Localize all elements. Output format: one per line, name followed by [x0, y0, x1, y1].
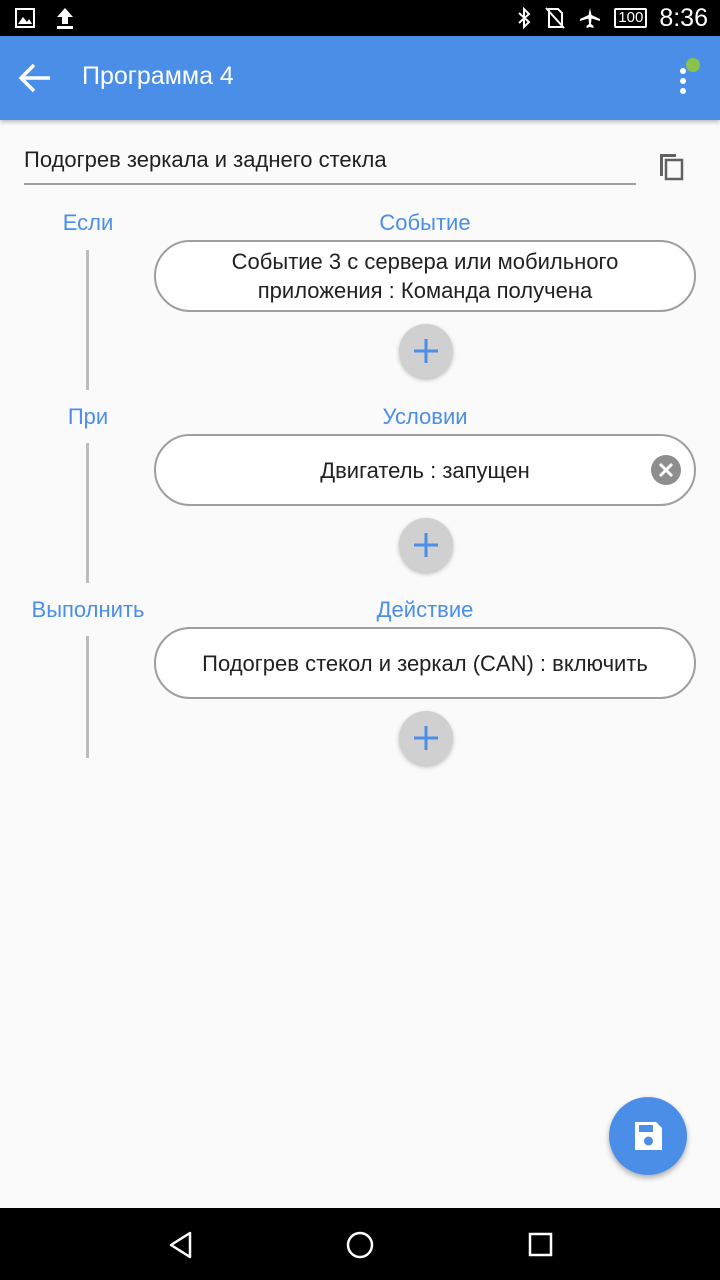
action-item[interactable]: Подогрев стекол и зеркал (CAN) : включит… — [154, 627, 696, 699]
upload-icon — [57, 8, 73, 29]
image-icon — [15, 8, 35, 28]
condition-connector-line — [86, 443, 89, 583]
status-indicator-dot — [686, 58, 700, 72]
add-condition-button[interactable] — [399, 518, 453, 572]
event-item[interactable]: Событие 3 с сервера или мобильного прило… — [154, 240, 696, 312]
app-bar: Программа 4 — [0, 36, 720, 120]
program-name-input[interactable] — [24, 140, 636, 180]
nav-home-icon[interactable] — [345, 1230, 375, 1260]
program-name-field — [24, 140, 636, 185]
add-event-button[interactable] — [399, 324, 453, 378]
page-title: Программа 4 — [82, 62, 234, 90]
condition-item[interactable]: Двигатель : запущен — [154, 434, 696, 506]
event-section-header: Событие — [379, 210, 471, 235]
condition-section-header: Условии — [382, 404, 468, 429]
action-section-label: Выполнить — [31, 597, 145, 622]
close-icon — [658, 462, 674, 478]
save-icon — [635, 1122, 662, 1150]
remove-condition-button[interactable] — [651, 455, 681, 485]
battery-icon: 100 — [614, 8, 648, 28]
add-action-button[interactable] — [399, 711, 453, 765]
condition-section-label: При — [67, 404, 109, 429]
no-sim-icon — [545, 7, 566, 29]
action-section-header: Действие — [376, 597, 474, 622]
arrow-back-icon — [18, 63, 50, 93]
status-bar: 100 8:36 — [0, 0, 720, 36]
copy-icon — [660, 154, 684, 181]
status-time: 8:36 — [659, 3, 708, 32]
nav-back-icon[interactable] — [166, 1230, 196, 1260]
event-connector-line — [86, 250, 89, 390]
overflow-menu-button[interactable] — [668, 56, 704, 100]
back-button[interactable] — [14, 58, 58, 98]
navigation-bar — [0, 1208, 720, 1280]
airplane-icon — [580, 8, 601, 28]
copy-button[interactable] — [656, 150, 688, 184]
event-section-label: Если — [62, 210, 114, 235]
more-vert-icon — [680, 68, 686, 74]
bluetooth-icon — [518, 6, 531, 30]
nav-recents-icon[interactable] — [527, 1231, 555, 1259]
action-connector-line — [86, 636, 89, 758]
save-button[interactable] — [609, 1097, 687, 1175]
